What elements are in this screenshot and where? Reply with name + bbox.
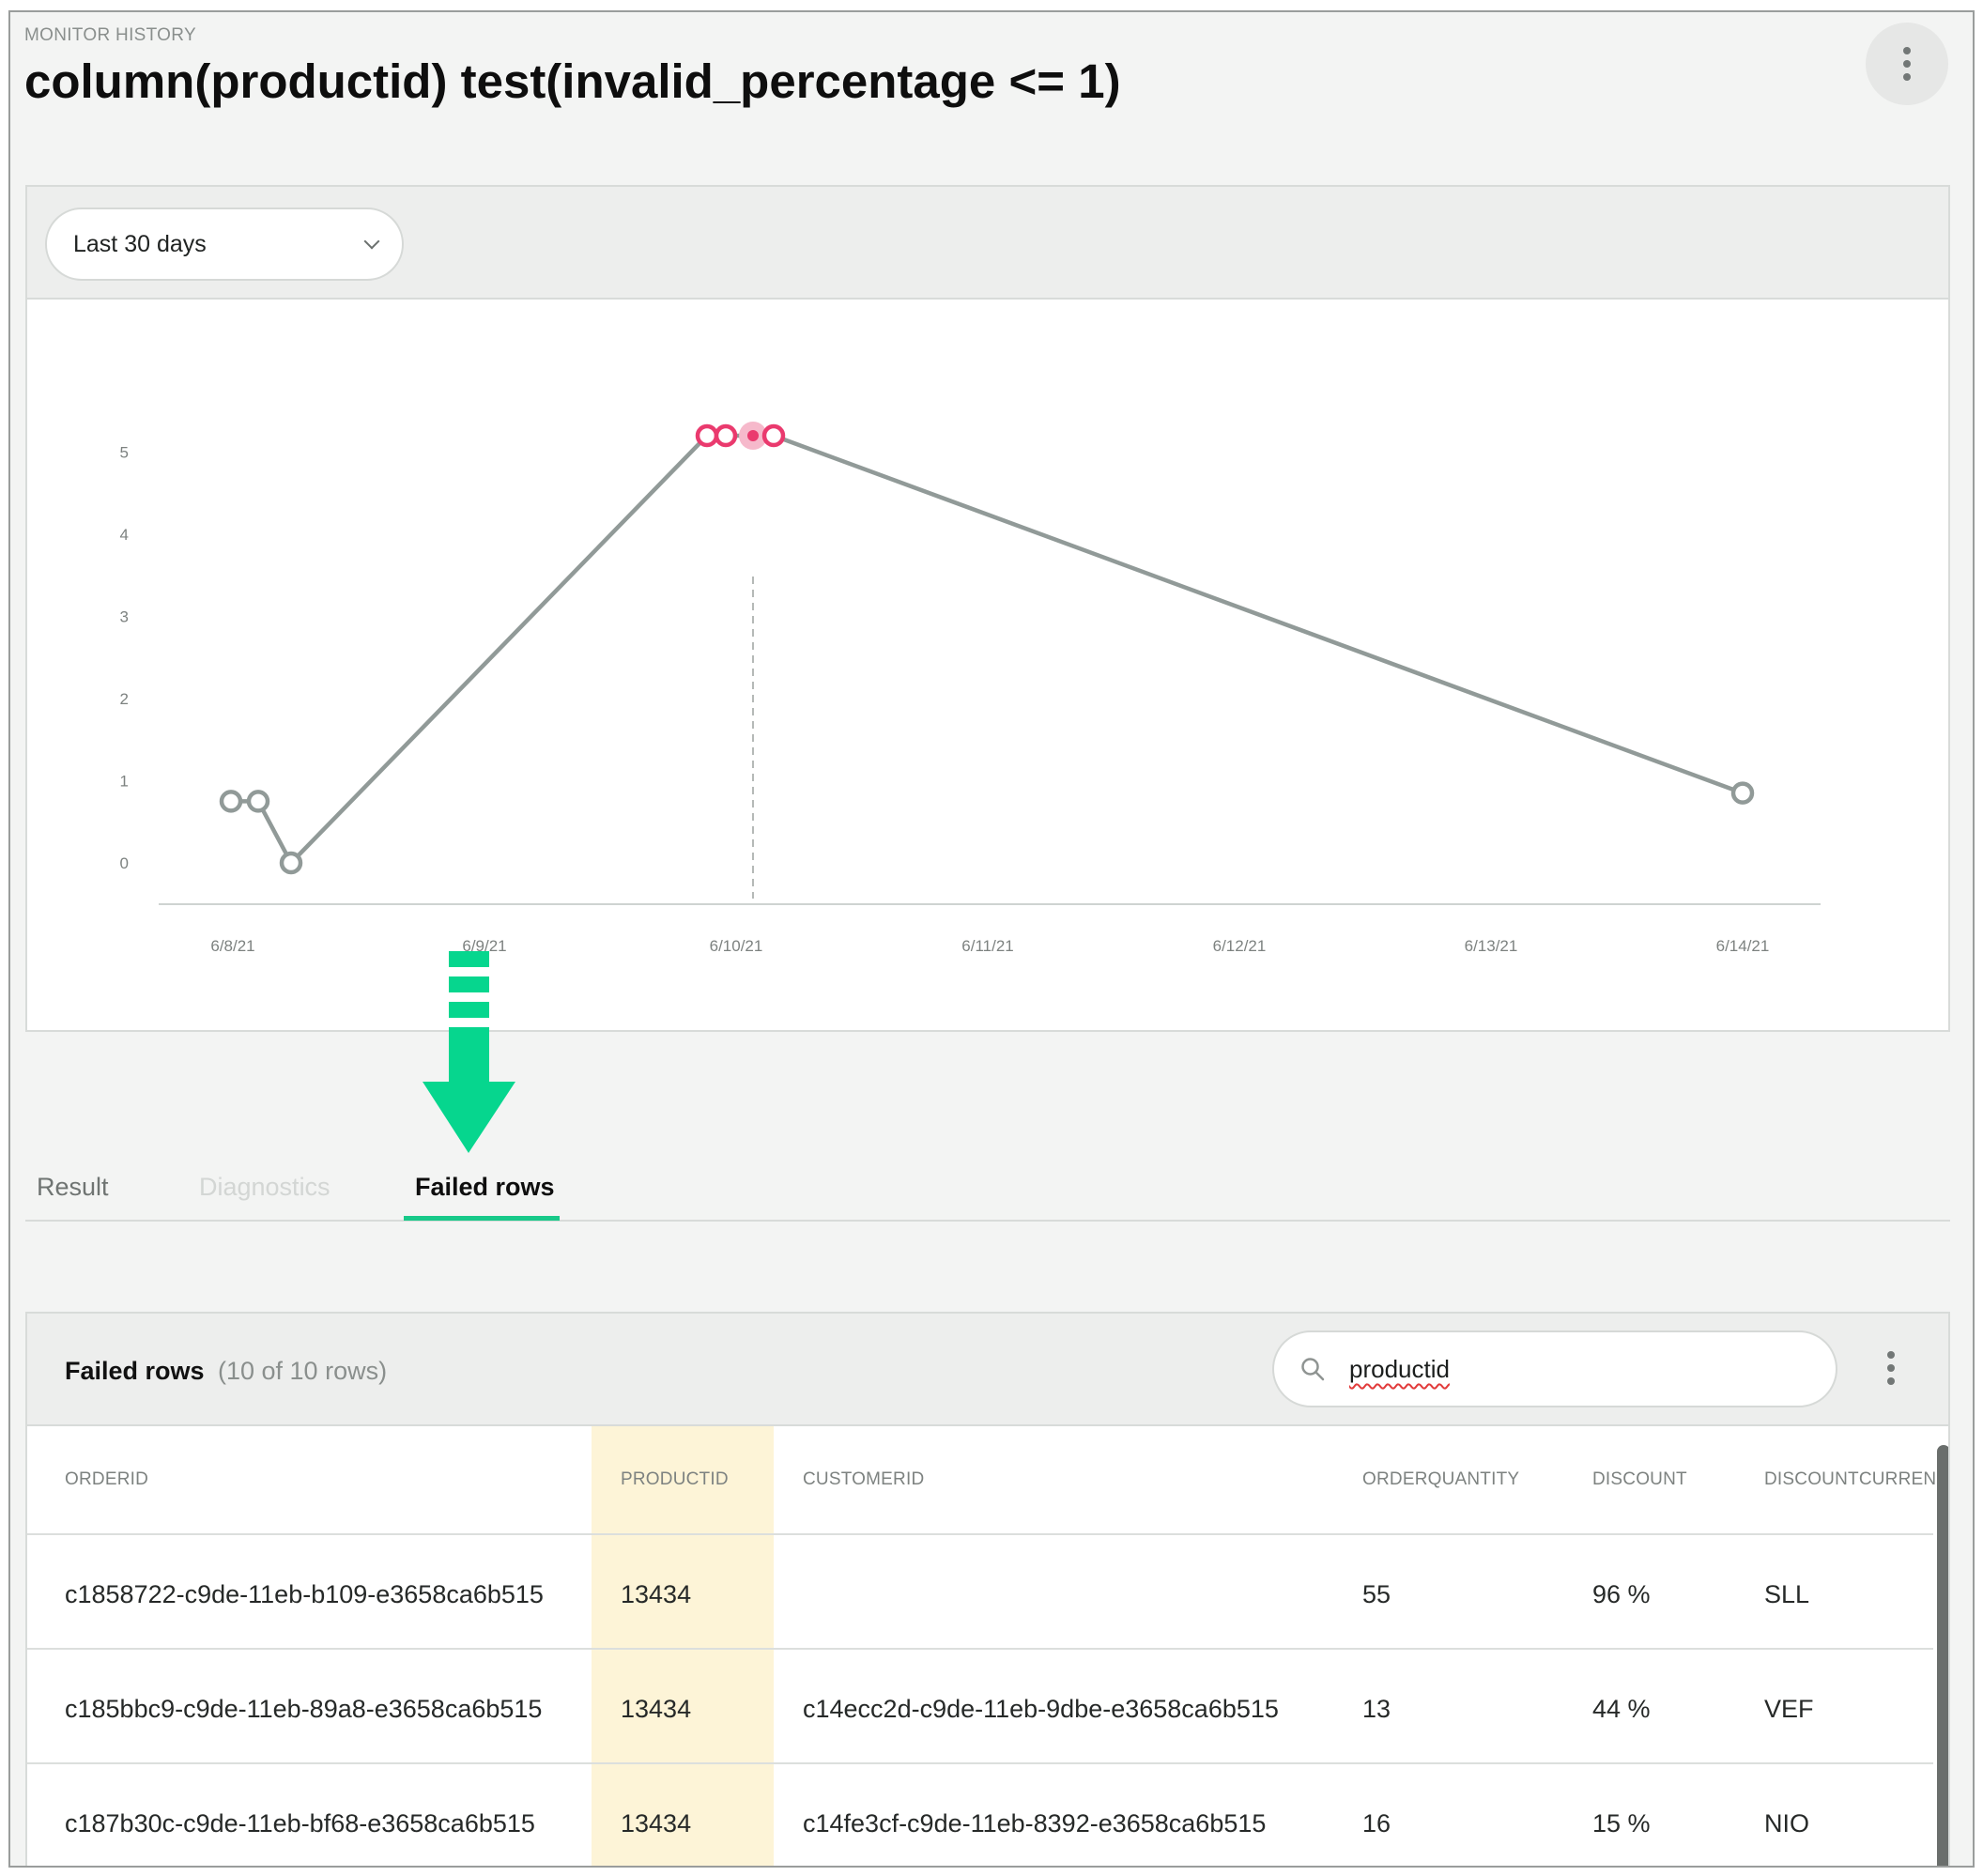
annotation-arrow-icon bbox=[423, 951, 515, 1153]
